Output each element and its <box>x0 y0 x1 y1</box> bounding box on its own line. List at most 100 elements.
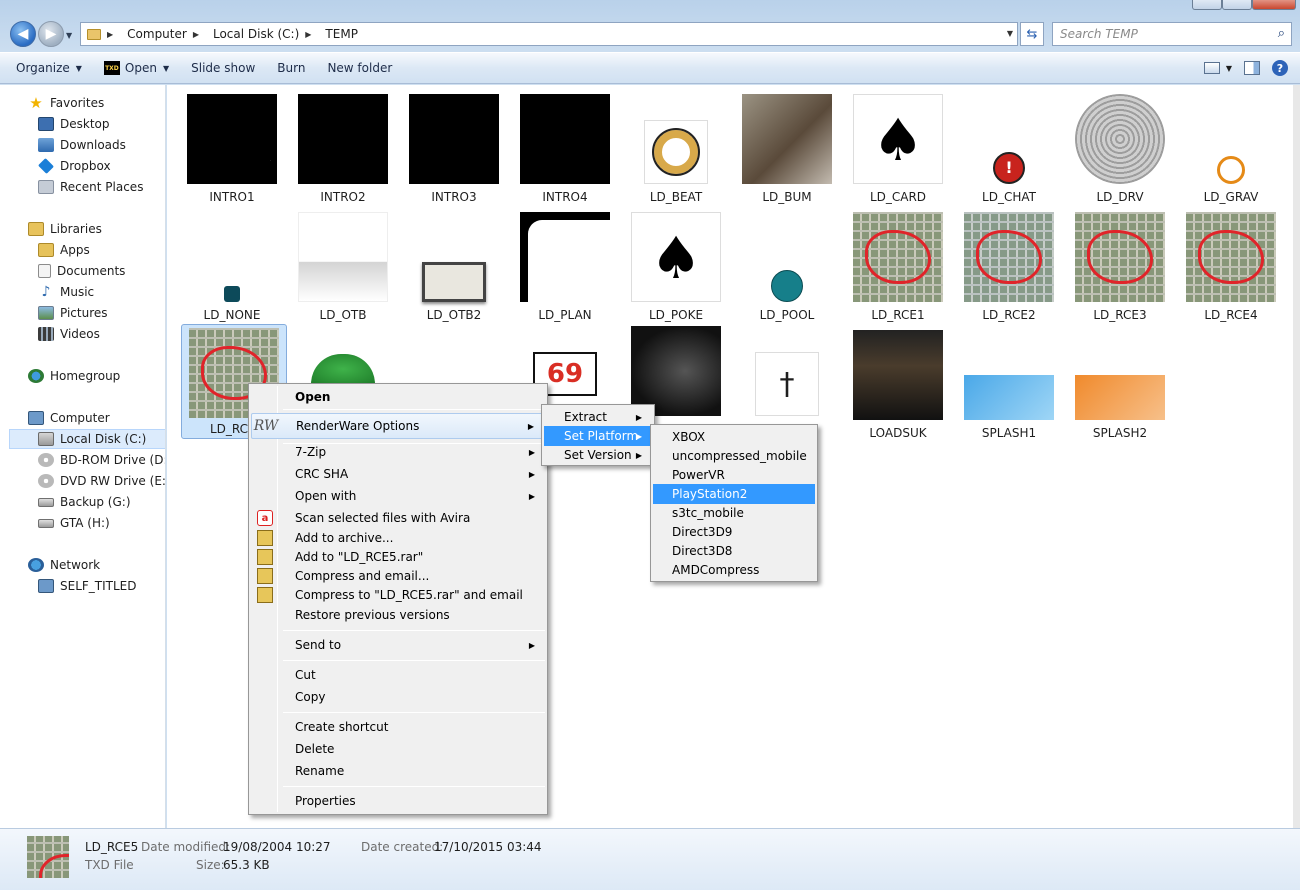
menu-item-open-with[interactable]: Open with ▶ <box>251 486 545 506</box>
forward-button[interactable]: ▶ <box>38 21 64 47</box>
file-tile-splash1[interactable]: SPLASH1 <box>954 324 1064 442</box>
menu-item-add-to-archive[interactable]: Add to archive... <box>251 528 545 548</box>
menu-item-rename[interactable]: Rename <box>251 761 545 781</box>
breadcrumb-root-arrow[interactable]: ▶ <box>107 30 121 39</box>
breadcrumb-arrow[interactable]: ▶ <box>193 30 207 39</box>
nav-recent-places[interactable]: Recent Places <box>38 177 165 197</box>
file-tile-loadsuk[interactable]: LOADSUK <box>843 324 953 442</box>
nav-backup[interactable]: Backup (G:) <box>38 492 165 512</box>
back-arrow-icon: ◀ <box>17 26 29 42</box>
file-tile-ld-otb2[interactable]: LD_OTB2 <box>399 206 509 324</box>
platform-powervr[interactable]: PowerVR <box>653 465 815 485</box>
menu-item-renderware-options[interactable]: RW RenderWare Options ▶ <box>251 413 545 439</box>
file-tile-ld-none[interactable]: LD_NONE <box>177 206 287 324</box>
menu-item-create-shortcut[interactable]: Create shortcut <box>251 717 545 737</box>
file-tile-ld-chat[interactable]: ! LD_CHAT <box>954 88 1064 206</box>
scrollbar[interactable] <box>1293 85 1300 828</box>
file-tile-ld-rce1[interactable]: LD_RCE1 <box>843 206 953 324</box>
breadcrumb-temp[interactable]: TEMP <box>325 27 358 41</box>
nav-downloads[interactable]: Downloads <box>38 135 165 155</box>
file-tile-ld-bum[interactable]: LD_BUM <box>732 88 842 206</box>
platform-direct3d9[interactable]: Direct3D9 <box>653 522 815 542</box>
file-tile-intro4[interactable]: INTRO4 <box>510 88 620 206</box>
menu-item-add-to-rar[interactable]: Add to "LD_RCE5.rar" <box>251 547 545 567</box>
file-tile-ld-beat[interactable]: LD_BEAT <box>621 88 731 206</box>
menu-item-restore-previous[interactable]: Restore previous versions <box>251 605 545 625</box>
file-tile-ld-rce2[interactable]: LD_RCE2 <box>954 206 1064 324</box>
file-tile-ld-poke[interactable]: ♠ LD_POKE <box>621 206 731 324</box>
close-button[interactable] <box>1252 0 1296 10</box>
nav-pictures[interactable]: Pictures <box>38 303 165 323</box>
breadcrumb-computer[interactable]: Computer <box>127 27 187 41</box>
menu-item-open[interactable]: Open <box>251 387 545 407</box>
recent-pages-dropdown[interactable]: ▼ <box>66 31 72 40</box>
file-tile-ld-rce4[interactable]: LD_RCE4 <box>1176 206 1286 324</box>
nav-local-disk[interactable]: Local Disk (C:) <box>9 429 165 449</box>
platform-amdcompress[interactable]: AMDCompress <box>653 560 815 580</box>
menu-item-compress-email[interactable]: Compress and email... <box>251 566 545 586</box>
nav-favorites[interactable]: ★ Favorites <box>28 93 165 113</box>
file-tile-ld-card[interactable]: ♠ LD_CARD <box>843 88 953 206</box>
menu-item-cut[interactable]: Cut <box>251 665 545 685</box>
new-folder-button[interactable]: New folder <box>316 53 403 83</box>
menu-item-compress-rar-email[interactable]: Compress to "LD_RCE5.rar" and email <box>251 585 545 605</box>
help-icon[interactable]: ? <box>1272 60 1288 76</box>
nav-desktop[interactable]: Desktop <box>38 114 165 134</box>
search-input[interactable]: Search TEMP ⌕ <box>1052 22 1292 46</box>
menu-item-crc-sha[interactable]: CRC SHA ▶ <box>251 464 545 484</box>
menu-item-send-to[interactable]: Send to ▶ <box>251 635 545 655</box>
platform-s3tc-mobile[interactable]: s3tc_mobile <box>653 503 815 523</box>
open-button[interactable]: TXD Open ▼ <box>93 53 180 83</box>
menu-item-7zip[interactable]: 7-Zip ▶ <box>251 442 545 462</box>
nav-self-titled[interactable]: SELF_TITLED <box>38 576 165 596</box>
file-tile-intro2[interactable]: INTRO2 <box>288 88 398 206</box>
preview-pane-icon[interactable] <box>1244 61 1260 75</box>
file-tile-ld-plan[interactable]: LD_PLAN <box>510 206 620 324</box>
nav-gta[interactable]: GTA (H:) <box>38 513 165 533</box>
file-tile-ld-rce3[interactable]: LD_RCE3 <box>1065 206 1175 324</box>
view-dropdown-icon[interactable]: ▼ <box>1226 64 1232 73</box>
file-tile-ld-grav[interactable]: LD_GRAV <box>1176 88 1286 206</box>
nav-music[interactable]: ♪ Music <box>38 282 165 302</box>
address-dropdown-icon[interactable]: ▼ <box>1007 29 1013 38</box>
nav-apps[interactable]: Apps <box>38 240 165 260</box>
change-view-icon[interactable] <box>1203 62 1220 74</box>
menu-item-set-platform[interactable]: Set Platform ▶ <box>544 426 652 446</box>
menu-item-copy[interactable]: Copy <box>251 687 545 707</box>
menu-item-delete[interactable]: Delete <box>251 739 545 759</box>
slideshow-button[interactable]: Slide show <box>180 53 266 83</box>
platform-playstation2[interactable]: PlayStation2 <box>653 484 815 504</box>
breadcrumb-local-disk[interactable]: Local Disk (C:) <box>213 27 299 41</box>
organize-button[interactable]: Organize ▼ <box>0 53 93 83</box>
nav-dvdrw[interactable]: DVD RW Drive (E:) V. <box>38 471 165 491</box>
maximize-button[interactable] <box>1222 0 1252 10</box>
search-icon[interactable]: ⌕ <box>1278 26 1285 41</box>
file-tile-splash2[interactable]: SPLASH2 <box>1065 324 1175 442</box>
address-bar[interactable]: ▶ Computer ▶ Local Disk (C:) ▶ TEMP ▼ <box>80 22 1018 46</box>
burn-button[interactable]: Burn <box>266 53 316 83</box>
platform-xbox[interactable]: XBOX <box>653 427 815 447</box>
nav-libraries[interactable]: Libraries <box>28 219 165 239</box>
menu-item-properties[interactable]: Properties <box>251 791 545 811</box>
file-tile-intro1[interactable]: . INTRO1 <box>177 88 287 206</box>
nav-computer[interactable]: Computer <box>28 408 165 428</box>
refresh-button[interactable]: ⇆ <box>1020 22 1044 46</box>
nav-bdrom[interactable]: BD-ROM Drive (D:) S <box>38 450 165 470</box>
file-tile-ld-otb[interactable]: LD_OTB <box>288 206 398 324</box>
nav-videos[interactable]: Videos <box>38 324 165 344</box>
nav-documents[interactable]: Documents <box>38 261 165 281</box>
nav-homegroup[interactable]: Homegroup <box>28 366 165 386</box>
menu-item-scan-avira[interactable]: a Scan selected files with Avira <box>251 508 545 528</box>
breadcrumb-arrow[interactable]: ▶ <box>305 30 319 39</box>
platform-uncompressed-mobile[interactable]: uncompressed_mobile <box>653 446 815 466</box>
minimize-button[interactable] <box>1192 0 1222 10</box>
menu-item-set-version[interactable]: Set Version ▶ <box>544 445 652 465</box>
nav-network[interactable]: Network <box>28 555 165 575</box>
menu-item-extract[interactable]: Extract ▶ <box>544 407 652 427</box>
file-tile-ld-pool[interactable]: LD_POOL <box>732 206 842 324</box>
platform-direct3d8[interactable]: Direct3D8 <box>653 541 815 561</box>
back-button[interactable]: ◀ <box>10 21 36 47</box>
file-tile-intro3[interactable]: INTRO3 <box>399 88 509 206</box>
file-tile-ld-drv[interactable]: LD_DRV <box>1065 88 1175 206</box>
nav-dropbox[interactable]: Dropbox <box>38 156 165 176</box>
